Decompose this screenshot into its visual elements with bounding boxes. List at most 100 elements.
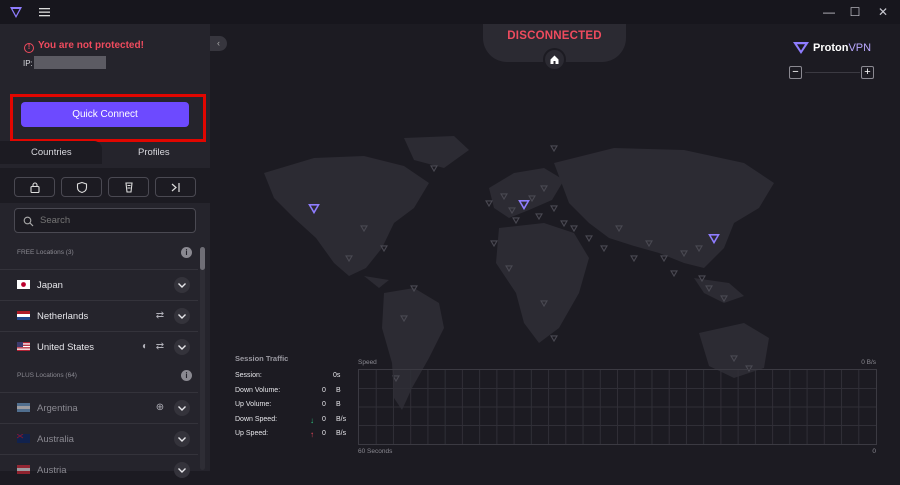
- japan-flag-icon: [17, 280, 30, 289]
- chevron-down-icon[interactable]: [174, 277, 190, 293]
- home-icon: [550, 55, 559, 64]
- country-name: Australia: [37, 434, 74, 445]
- chevron-down-icon[interactable]: [174, 431, 190, 447]
- chevron-down-icon[interactable]: [174, 462, 190, 478]
- search-icon: [23, 216, 34, 227]
- zoom-out-button[interactable]: −: [789, 66, 802, 79]
- country-row-united-states[interactable]: United States ◐ ⇄: [0, 331, 198, 362]
- session-traffic-title: Session Traffic: [235, 354, 289, 363]
- europe-shape: [489, 168, 564, 218]
- traffic-value: 0: [322, 415, 326, 423]
- quick-connect-button[interactable]: Quick Connect: [21, 102, 189, 127]
- search-input[interactable]: [40, 215, 190, 226]
- server-marker-icon[interactable]: [570, 225, 578, 233]
- session-traffic-panel: Session Traffic Session: 0s Down Volume:…: [235, 354, 348, 445]
- traffic-row-up-volume: Up Volume: 0 B: [235, 401, 348, 416]
- server-marker-icon[interactable]: [550, 205, 558, 213]
- netherlands-flag-icon: [17, 311, 30, 320]
- server-marker-icon[interactable]: [550, 145, 558, 153]
- p2p-icon: [125, 182, 133, 193]
- alert-icon: !: [24, 43, 34, 53]
- server-marker-icon[interactable]: [550, 335, 558, 343]
- server-marker-icon[interactable]: [430, 165, 438, 173]
- server-marker-icon[interactable]: [380, 245, 388, 253]
- us-flag-icon: [17, 342, 30, 351]
- lock-icon: [30, 182, 40, 194]
- p2p-filter-button[interactable]: [108, 177, 149, 197]
- traffic-label: Down Volume:: [235, 386, 281, 394]
- tor-filter-button[interactable]: [155, 177, 196, 197]
- traffic-label: Down Speed:: [235, 415, 278, 423]
- traffic-label: Up Volume:: [235, 401, 272, 408]
- traffic-unit: B/s: [336, 415, 347, 423]
- hamburger-menu-icon[interactable]: [38, 5, 52, 19]
- country-row-austria[interactable]: Austria: [0, 454, 198, 485]
- title-bar: — ☐ ✕: [0, 0, 900, 24]
- server-marker-icon[interactable]: [535, 213, 543, 221]
- traffic-value: 0s: [333, 372, 341, 379]
- southeast-asia-shape: [694, 278, 744, 303]
- server-marker-icon[interactable]: [485, 200, 493, 208]
- info-icon[interactable]: i: [181, 370, 192, 381]
- argentina-flag-icon: [17, 403, 30, 412]
- p2p-feature-icon: ⇄: [155, 341, 165, 352]
- zoom-slider[interactable]: [805, 72, 860, 73]
- server-marker-icon[interactable]: [585, 235, 593, 243]
- country-name: Netherlands: [37, 311, 89, 322]
- free-locations-header: FREE Locations (3) i: [0, 239, 198, 269]
- zoom-control: − +: [789, 66, 876, 80]
- greenland-shape: [404, 136, 469, 168]
- traffic-label: Session:: [235, 372, 262, 379]
- filter-bar: [0, 168, 210, 203]
- free-locations-label: FREE Locations (3): [17, 249, 74, 256]
- scrollbar-track[interactable]: [200, 247, 205, 470]
- secure-core-filter-button[interactable]: [14, 177, 55, 197]
- map-panel: ‹ DISCONNECTED ProtonVPN − + Session Tra…: [210, 24, 900, 471]
- brand-name-part2: VPN: [848, 42, 872, 54]
- tab-countries-label: Countries: [31, 147, 72, 158]
- warning-text: You are not protected!: [38, 40, 144, 51]
- streaming-feature-icon: ◐: [141, 341, 149, 352]
- scrollbar-thumb[interactable]: [200, 247, 205, 270]
- tor-icon: [171, 183, 180, 192]
- country-row-netherlands[interactable]: Netherlands ⇄: [0, 300, 198, 331]
- country-row-australia[interactable]: Australia: [0, 423, 198, 454]
- close-button[interactable]: ✕: [870, 3, 896, 21]
- tab-countries[interactable]: Countries: [0, 141, 102, 164]
- speed-max-label: 0 B/s: [861, 359, 876, 366]
- country-row-argentina[interactable]: Argentina ⊕: [0, 392, 198, 423]
- netshield-filter-button[interactable]: [61, 177, 102, 197]
- plus-locations-header: PLUS Locations (64) i: [0, 362, 198, 392]
- search-box[interactable]: [14, 208, 196, 233]
- traffic-unit: B/s: [336, 430, 347, 437]
- home-button[interactable]: [543, 48, 566, 71]
- server-marker-icon[interactable]: [600, 245, 608, 253]
- p2p-feature-icon: ⇄: [155, 310, 165, 321]
- server-marker-icon[interactable]: [660, 255, 668, 263]
- maximize-button[interactable]: ☐: [842, 3, 868, 21]
- tab-profiles[interactable]: Profiles: [138, 147, 170, 158]
- info-icon[interactable]: i: [181, 247, 192, 258]
- chevron-down-icon[interactable]: [174, 400, 190, 416]
- shield-icon: [76, 181, 88, 194]
- traffic-unit: B: [336, 386, 341, 394]
- server-marker-icon[interactable]: [670, 270, 678, 278]
- traffic-row-down-volume: Down Volume: 0 B: [235, 387, 348, 402]
- server-marker-icon[interactable]: [560, 220, 568, 228]
- chevron-down-icon[interactable]: [174, 339, 190, 355]
- minimize-button[interactable]: —: [816, 3, 842, 21]
- austria-flag-icon: [17, 465, 30, 474]
- country-name: Japan: [37, 280, 63, 291]
- server-marker-icon[interactable]: [512, 217, 520, 225]
- country-row-japan[interactable]: Japan: [0, 269, 198, 300]
- collapse-sidebar-button[interactable]: ‹: [210, 36, 227, 51]
- zoom-in-button[interactable]: +: [861, 66, 874, 79]
- protection-warning: ! You are not protected!: [24, 40, 144, 53]
- up-arrow-icon: ↑: [310, 430, 314, 439]
- protonvpn-logo-icon: [10, 7, 22, 18]
- time-end-label: 0: [872, 448, 876, 455]
- africa-shape: [496, 223, 589, 343]
- chevron-down-icon[interactable]: [174, 308, 190, 324]
- server-marker-icon[interactable]: [630, 255, 638, 263]
- server-marker-icon[interactable]: [490, 240, 498, 248]
